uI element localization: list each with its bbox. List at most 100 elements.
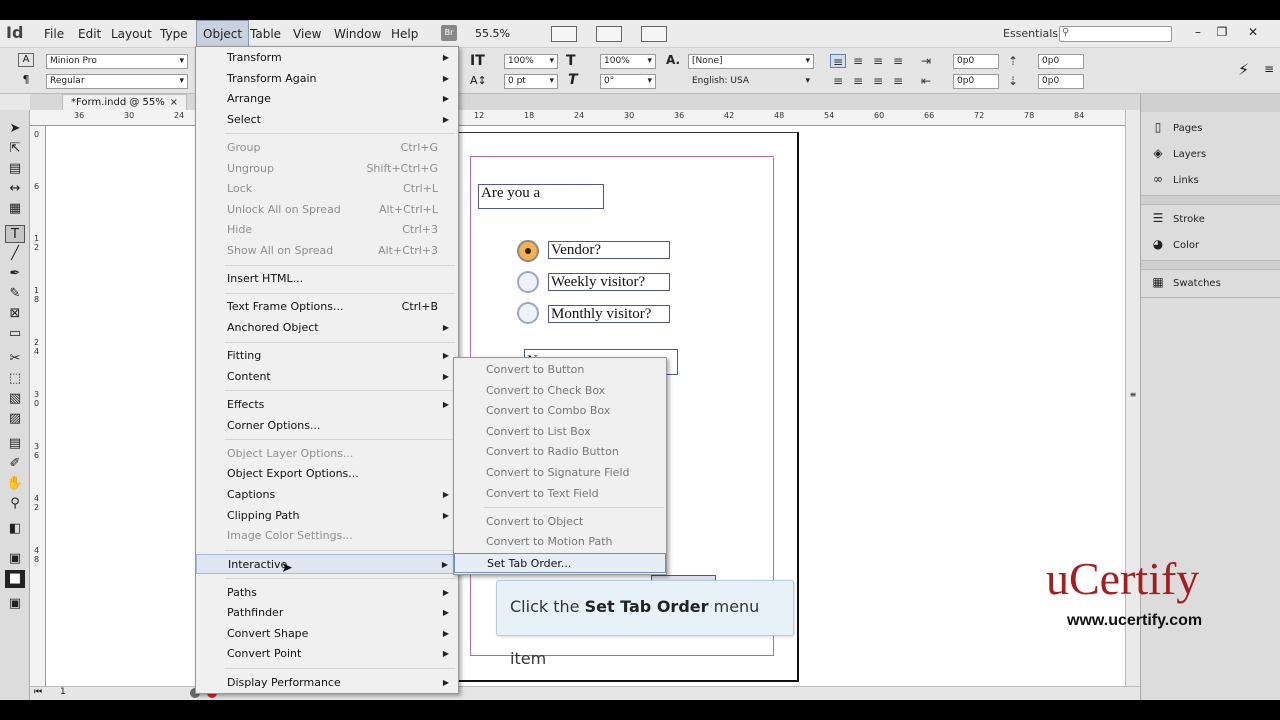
menu-item-lock[interactable]: Lock Ctrl+L [196, 179, 458, 199]
eyedropper-tool-icon[interactable]: ✐ [5, 455, 25, 473]
menu-object[interactable]: Object [196, 20, 250, 48]
tracking-field[interactable]: 0 pt [504, 74, 558, 89]
screen-mode-icon[interactable] [596, 26, 622, 42]
menu-type[interactable]: Type [154, 20, 194, 48]
panel-swatches[interactable]: ▦ Swatches [1149, 270, 1220, 294]
restore-icon[interactable]: ❐ [1212, 24, 1232, 40]
radio-monthly[interactable] [517, 302, 539, 324]
menu-layout[interactable]: Layout [105, 20, 158, 48]
free-transform-tool-icon[interactable]: ⬚ [5, 370, 25, 388]
document-tab[interactable]: *Form.indd @ 55% × [62, 94, 187, 110]
paragraph-formatting-icon[interactable]: ¶ [18, 73, 34, 87]
tab-close-icon[interactable]: × [170, 95, 178, 110]
dock-header[interactable] [1141, 94, 1280, 112]
menu-item-pathfinder[interactable]: Pathfinder ▶ [196, 603, 458, 623]
menu-file[interactable]: File [38, 20, 70, 48]
line-tool-icon[interactable]: ╱ [5, 245, 25, 263]
submenu-item-convert-to-button[interactable]: Convert to Button [454, 360, 666, 380]
apply-color-icon[interactable]: ■ [5, 570, 25, 588]
submenu-item-convert-to-list-box[interactable]: Convert to List Box [454, 422, 666, 442]
character-formatting-icon[interactable]: A [18, 53, 34, 67]
justify-all-icon[interactable]: ≡ [890, 74, 906, 88]
justify-right-icon[interactable]: ≡ [870, 74, 886, 88]
menu-item-insert-html[interactable]: Insert HTML... [196, 269, 458, 289]
menu-item-content[interactable]: Content ▶ [196, 367, 458, 387]
align-center-icon[interactable]: ≡ [850, 54, 866, 68]
justify-left-icon[interactable]: ≡ [830, 74, 846, 88]
prompt-text-frame[interactable]: Are you a [478, 184, 604, 209]
menu-item-object-layer-options[interactable]: Object Layer Options... [196, 444, 458, 464]
first-page-icon[interactable]: ⏮ [34, 687, 42, 697]
workspace-switcher[interactable]: Essentials ▾ [1003, 20, 1067, 48]
panel-stroke[interactable]: ☰ Stroke [1149, 206, 1205, 230]
screen-mode-tool-icon[interactable]: ▣ [5, 595, 25, 613]
left-indent-field[interactable]: 0p0 [953, 54, 999, 69]
submenu-item-convert-to-signature-field[interactable]: Convert to Signature Field [454, 463, 666, 483]
panel-links[interactable]: ∞ Links [1149, 167, 1199, 191]
panel-pages[interactable]: ▯ Pages [1149, 115, 1203, 139]
scissors-tool-icon[interactable]: ✂ [5, 350, 25, 368]
scroll-grip-icon[interactable]: ≡ [1127, 390, 1139, 410]
radio-weekly[interactable] [517, 271, 539, 293]
zoom-level[interactable]: 55.5% [475, 20, 510, 48]
menu-item-convert-shape[interactable]: Convert Shape ▶ [196, 624, 458, 644]
menu-item-clipping-path[interactable]: Clipping Path ▶ [196, 506, 458, 526]
skew-field[interactable]: 0° [600, 74, 656, 89]
submenu-item-convert-to-text-field[interactable]: Convert to Text Field [454, 484, 666, 504]
submenu-item-set-tab-order[interactable]: Set Tab Order... [454, 552, 666, 573]
menu-item-text-frame-options[interactable]: Text Frame Options... Ctrl+B [196, 297, 458, 317]
menu-window[interactable]: Window [328, 20, 387, 48]
pencil-tool-icon[interactable]: ✎ [5, 285, 25, 303]
align-right-icon[interactable]: ≡ [870, 54, 886, 68]
menu-item-ungroup[interactable]: Ungroup Shift+Ctrl+G [196, 159, 458, 179]
gradient-swatch-tool-icon[interactable]: ▧ [5, 390, 25, 408]
formatting-container-icon[interactable]: ▣ [5, 550, 25, 568]
menu-item-object-export-options[interactable]: Object Export Options... [196, 464, 458, 484]
bridge-icon[interactable]: Br [441, 25, 457, 41]
content-collector-icon[interactable]: ▦ [5, 200, 25, 218]
menu-item-effects[interactable]: Effects ▶ [196, 395, 458, 415]
menu-item-corner-options[interactable]: Corner Options... [196, 416, 458, 436]
minimize-icon[interactable]: – [1188, 24, 1208, 40]
menu-item-convert-point[interactable]: Convert Point ▶ [196, 644, 458, 664]
vendor-label[interactable]: Vendor? [548, 241, 670, 259]
panel-layers[interactable]: ◈ Layers [1149, 141, 1206, 165]
fill-stroke-icon[interactable]: ◧ [5, 520, 25, 538]
menu-table[interactable]: Table [244, 20, 287, 48]
monthly-label[interactable]: Monthly visitor? [548, 305, 670, 323]
menu-item-anchored-object[interactable]: Anchored Object ▶ [196, 318, 458, 338]
language-select[interactable]: English: USA [688, 74, 814, 89]
font-family-select[interactable]: Minion Pro [46, 54, 188, 69]
menu-help[interactable]: Help [385, 20, 424, 48]
menu-item-hide[interactable]: Hide Ctrl+3 [196, 220, 458, 240]
panel-menu-icon[interactable]: ≡ [1264, 62, 1274, 76]
submenu-item-convert-to-object[interactable]: Convert to Object [454, 512, 666, 532]
right-indent-field[interactable]: 0p0 [953, 74, 999, 89]
menu-edit[interactable]: Edit [72, 20, 107, 48]
font-style-select[interactable]: Regular [46, 74, 188, 89]
align-left-icon[interactable]: ≡ [830, 54, 846, 69]
justify-center-icon[interactable]: ≡ [850, 74, 866, 88]
space-after-field[interactable]: 0p0 [1038, 74, 1084, 89]
selection-tool-icon[interactable]: ➤ [5, 120, 25, 138]
pen-tool-icon[interactable]: ✒ [5, 265, 25, 283]
submenu-item-convert-to-radio-button[interactable]: Convert to Radio Button [454, 442, 666, 462]
rectangle-tool-icon[interactable]: ▭ [5, 325, 25, 343]
menu-item-transform-again[interactable]: Transform Again ▶ [196, 69, 458, 89]
menu-item-show-all-on-spread[interactable]: Show All on Spread Alt+Ctrl+3 [196, 241, 458, 261]
type-tool-icon[interactable]: T [5, 225, 25, 243]
submenu-item-convert-to-check-box[interactable]: Convert to Check Box [454, 381, 666, 401]
menu-item-fitting[interactable]: Fitting ▶ [196, 346, 458, 366]
menu-item-display-performance[interactable]: Display Performance ▶ [196, 673, 458, 693]
panel-color[interactable]: ◕ Color [1149, 232, 1199, 256]
zoom-tool-icon[interactable]: ⚲ [5, 495, 25, 513]
page-number-field[interactable]: 1 [60, 687, 66, 697]
rectangle-frame-tool-icon[interactable]: ⊠ [5, 305, 25, 323]
vertical-scale-field[interactable]: 100% [504, 54, 558, 69]
gradient-feather-tool-icon[interactable]: ▨ [5, 410, 25, 428]
menu-item-transform[interactable]: Transform ▶ [196, 48, 458, 68]
hand-tool-icon[interactable]: ✋ [5, 475, 25, 493]
character-style-select[interactable]: [None] [688, 54, 814, 69]
submenu-item-convert-to-combo-box[interactable]: Convert to Combo Box [454, 401, 666, 421]
menu-item-arrange[interactable]: Arrange ▶ [196, 89, 458, 109]
